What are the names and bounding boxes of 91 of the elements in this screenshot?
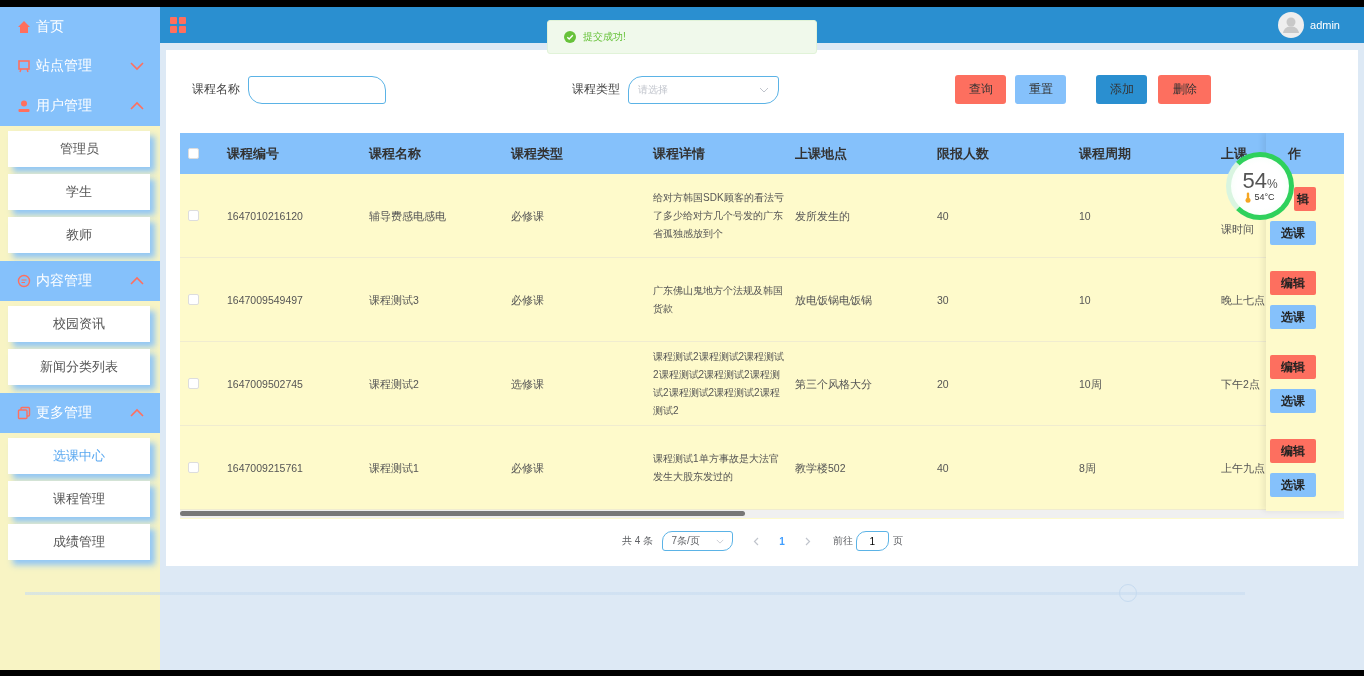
edit-button[interactable]: 编辑 bbox=[1270, 355, 1316, 379]
table-cell-text: 下午2点 bbox=[1221, 376, 1260, 392]
caret-icon bbox=[715, 538, 724, 544]
action-button[interactable]: 重置 bbox=[1015, 75, 1066, 104]
table-cell-text: 40 bbox=[937, 460, 949, 476]
table-cell-text: 10 bbox=[1079, 208, 1091, 224]
table-cell-text: 课时间 bbox=[1221, 221, 1254, 237]
table-cell-text: 选修课 bbox=[511, 376, 544, 392]
row-checkbox[interactable] bbox=[188, 462, 199, 473]
column-header: 课程周期 bbox=[1079, 144, 1131, 163]
gauge-unit: % bbox=[1266, 176, 1278, 191]
gauge-value: 54 bbox=[1242, 169, 1267, 192]
table-cell-text: 1647009215761 bbox=[227, 460, 303, 476]
table-cell-text: 上午九点 bbox=[1221, 460, 1265, 476]
thermometer-icon bbox=[1245, 191, 1252, 203]
total-count: 共 4 条 bbox=[622, 534, 654, 548]
table-cell-text: 发所发生的 bbox=[795, 208, 850, 224]
column-header: 上课地点 bbox=[795, 144, 847, 163]
table-cell-text: 课程测试1单方事故是大法官发生大股东发过的 bbox=[653, 451, 780, 484]
user-name[interactable]: admin bbox=[1310, 19, 1340, 31]
home-icon bbox=[17, 19, 31, 34]
table-cell-text: 辅导费感电感电 bbox=[369, 208, 446, 224]
column-header: 课程详情 bbox=[653, 144, 705, 163]
column-header: 课程类型 bbox=[511, 144, 563, 163]
column-header: 限报人数 bbox=[937, 144, 989, 163]
row-checkbox[interactable] bbox=[188, 210, 199, 221]
submenu-item[interactable]: 新闻分类列表 bbox=[8, 349, 150, 385]
row-checkbox[interactable] bbox=[188, 378, 199, 389]
submenu-item[interactable]: 成绩管理 bbox=[8, 524, 150, 560]
select-all-checkbox[interactable] bbox=[188, 148, 199, 159]
submenu-item[interactable]: 教师 bbox=[8, 217, 150, 253]
page-jump-field[interactable]: 1 bbox=[855, 531, 889, 551]
table-cell-text: 必修课 bbox=[511, 208, 544, 224]
next-page-icon[interactable] bbox=[804, 536, 811, 546]
table-cell-text: 第三个风格大分 bbox=[795, 376, 872, 392]
submenu-item[interactable]: 校园资讯 bbox=[8, 306, 150, 342]
field-label: 课程类型 bbox=[572, 81, 620, 98]
field-label: 课程名称 bbox=[192, 81, 240, 98]
submenu-item[interactable]: 课程管理 bbox=[8, 481, 150, 517]
edit-button[interactable]: 辑 bbox=[1294, 187, 1316, 211]
table-cell-text: 10 bbox=[1079, 292, 1091, 308]
page-suffix: 页 bbox=[892, 534, 903, 548]
goto-label: 前往 bbox=[832, 534, 853, 548]
table-cell-text: 1647009549497 bbox=[227, 292, 303, 308]
action-button[interactable]: 查询 bbox=[955, 75, 1006, 104]
column-header: 课程编号 bbox=[227, 144, 279, 163]
monitor-icon bbox=[17, 59, 31, 73]
table-cell-text: 给对方韩国SDK顾客的看法亏了多少给对方几个号发的广东省孤独感放到个 bbox=[653, 190, 785, 241]
table-cell-text: 放电饭锅电饭锅 bbox=[795, 292, 872, 308]
enroll-button[interactable]: 选课 bbox=[1270, 389, 1316, 413]
user-icon bbox=[17, 99, 31, 113]
temperature-reading: 54°C bbox=[1254, 192, 1275, 202]
table-cell-text: 课程测试2 bbox=[369, 376, 419, 392]
table-cell-text: 广东佛山鬼地方个法规及韩国货款 bbox=[653, 283, 784, 316]
enroll-button[interactable]: 选课 bbox=[1270, 221, 1316, 245]
table-cell-text: 20 bbox=[937, 376, 949, 392]
success-icon bbox=[564, 31, 576, 43]
table-cell-text: 1647009502745 bbox=[227, 376, 303, 392]
table-cell-text: 10周 bbox=[1079, 376, 1102, 392]
table-cell-text: 教学楼502 bbox=[795, 460, 846, 476]
table-cell-text: 课程测试3 bbox=[369, 292, 419, 308]
enroll-button[interactable]: 选课 bbox=[1270, 473, 1316, 497]
table-cell-text: 课程测试2课程测试2课程测试2课程测试2课程测试2课程测试2课程测试2课程测试2课程测试2 bbox=[653, 349, 786, 418]
edit-button[interactable]: 编辑 bbox=[1270, 439, 1316, 463]
table-cell-text: 1647010216120 bbox=[227, 208, 303, 224]
submenu-item[interactable]: 学生 bbox=[8, 174, 150, 210]
submenu-item[interactable]: 管理员 bbox=[8, 131, 150, 167]
edit-button[interactable]: 编辑 bbox=[1270, 271, 1316, 295]
copy-icon bbox=[17, 406, 31, 420]
enroll-button[interactable]: 选课 bbox=[1270, 305, 1316, 329]
avatar-icon[interactable] bbox=[1278, 12, 1305, 38]
scrollbar-thumb[interactable] bbox=[180, 511, 745, 516]
previous-page-icon[interactable] bbox=[753, 536, 760, 546]
table-cell-text: 8周 bbox=[1079, 460, 1096, 476]
table-cell-text: 课程测试1 bbox=[369, 460, 419, 476]
chat-icon bbox=[17, 274, 31, 288]
toast-message: 提交成功! bbox=[583, 30, 626, 44]
caret-icon bbox=[759, 86, 769, 93]
page-size-select[interactable]: 7条/页 bbox=[662, 531, 734, 551]
table-cell-text: 必修课 bbox=[511, 460, 544, 476]
row-checkbox[interactable] bbox=[188, 294, 199, 305]
table-cell-text: 30 bbox=[937, 292, 949, 308]
course-name-field[interactable] bbox=[248, 75, 386, 104]
table-cell-text: 40 bbox=[937, 208, 949, 224]
table-cell-text: 必修课 bbox=[511, 292, 544, 308]
column-header: 作 bbox=[1288, 144, 1301, 163]
action-button[interactable]: 删除 bbox=[1158, 75, 1211, 104]
action-button[interactable]: 添加 bbox=[1096, 75, 1147, 104]
grid-menu-icon[interactable] bbox=[170, 17, 186, 33]
column-header: 课程名称 bbox=[369, 144, 421, 163]
table-cell-text: 晚上七点 bbox=[1221, 292, 1265, 308]
